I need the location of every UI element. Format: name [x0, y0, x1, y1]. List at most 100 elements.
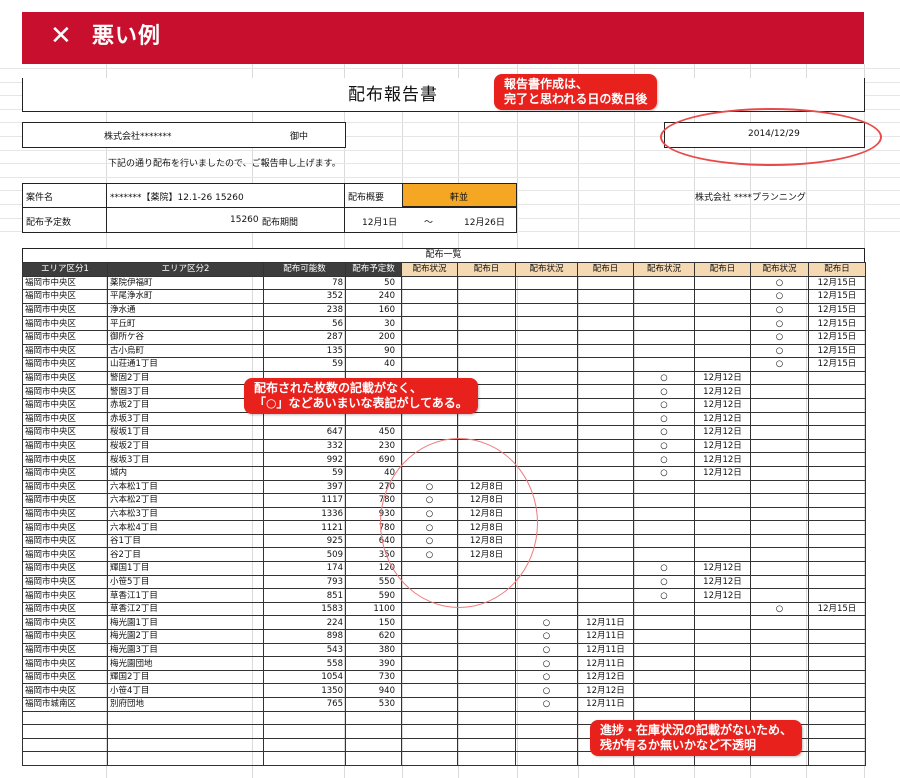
table-cell: 730	[345, 669, 402, 685]
title-box	[22, 78, 865, 112]
table-cell: 福岡市中央区	[22, 561, 108, 576]
table-cell: 別府団地	[107, 697, 264, 712]
period-separator: ～	[424, 218, 434, 228]
table-cell: 78	[263, 275, 346, 291]
table-cell	[401, 316, 458, 331]
date-callout: 報告書作成は、 完了と思われる日の数日後	[494, 74, 658, 110]
table-cell	[633, 343, 695, 359]
table-cell	[808, 425, 866, 440]
table-cell	[577, 479, 634, 495]
table-cell: 12月15日	[808, 343, 866, 359]
table-cell	[694, 506, 751, 522]
table-cell	[808, 493, 866, 508]
table-cell	[515, 329, 578, 345]
table-header-row: エリア区分1 エリア区分2 配布可能数 配布予定数 配布状況 配布日 配布状況 配布日 配布状況…	[22, 262, 866, 277]
table-cell: 530	[345, 697, 402, 712]
table-cell	[457, 751, 516, 766]
table-cell	[457, 289, 516, 304]
table-cell: 40	[345, 357, 402, 372]
table-cell: 558	[263, 656, 346, 671]
table-cell: 12月15日	[808, 329, 866, 345]
table-row: 福岡市中央区 梅光園3丁目 543 380 ○ 12月11日	[22, 642, 866, 658]
table-cell	[457, 329, 516, 345]
table-cell	[750, 425, 809, 440]
table-cell	[345, 710, 402, 726]
recipient-company: 株式会社*******	[104, 132, 172, 142]
table-cell: 12月11日	[577, 642, 634, 658]
table-cell	[577, 425, 634, 440]
table-cell: 福岡市中央区	[22, 601, 108, 617]
table-cell: 梅光園3丁目	[107, 642, 264, 658]
table-cell: 福岡市中央区	[22, 642, 108, 658]
table-cell: 六本松1丁目	[107, 479, 264, 495]
table-cell: 59	[263, 357, 346, 372]
table-cell	[750, 533, 809, 549]
table-cell: 620	[345, 629, 402, 644]
table-cell: ○	[633, 370, 695, 386]
table-cell: 福岡市中央区	[22, 411, 108, 427]
table-cell	[577, 547, 634, 563]
table-cell	[577, 465, 634, 481]
table-cell: 輝国1丁目	[107, 561, 264, 576]
column-header: 配布可能数	[263, 262, 346, 277]
column-header: エリア区分1	[22, 262, 108, 277]
table-cell: ○	[633, 397, 695, 413]
table-cell: 925	[263, 533, 346, 549]
table-cell: 332	[263, 438, 346, 454]
table-cell: 238	[263, 302, 346, 318]
table-cell: ○	[515, 683, 578, 698]
table-cell: 240	[345, 289, 402, 304]
table-cell	[633, 697, 695, 712]
table-cell: 六本松4丁目	[107, 520, 264, 535]
table-cell	[633, 656, 695, 671]
table-cell: 福岡市中央区	[22, 656, 108, 671]
table-cell	[808, 479, 866, 495]
planned-label: 配布予定数	[26, 218, 72, 228]
table-cell: 543	[263, 642, 346, 658]
table-cell	[515, 574, 578, 590]
table-cell: 福岡市中央区	[22, 533, 108, 549]
table-cell	[515, 302, 578, 318]
table-cell	[515, 370, 578, 386]
table-cell	[577, 316, 634, 331]
table-cell	[694, 275, 751, 291]
table-cell	[750, 656, 809, 671]
outline-label: 配布概要	[348, 193, 385, 203]
table-cell	[345, 411, 402, 427]
table-cell	[577, 329, 634, 345]
table-cell: 12月12日	[694, 370, 751, 386]
table-cell: 赤坂3丁目	[107, 411, 264, 427]
table-cell	[750, 479, 809, 495]
table-cell: 草香江1丁目	[107, 588, 264, 603]
table-cell: 690	[345, 452, 402, 467]
table-cell	[808, 697, 866, 712]
table-cell: ○	[515, 615, 578, 631]
table-cell	[750, 384, 809, 399]
table-cell: 福岡市中央区	[22, 493, 108, 508]
table-cell: 135	[263, 343, 346, 359]
table-cell	[808, 588, 866, 603]
table-cell: 30	[345, 316, 402, 331]
table-cell	[750, 683, 809, 698]
table-cell	[633, 357, 695, 372]
table-cell: 福岡市中央区	[22, 438, 108, 454]
table-cell: 851	[263, 588, 346, 603]
table-cell	[577, 370, 634, 386]
table-cell	[577, 533, 634, 549]
table-cell: 福岡市中央区	[22, 302, 108, 318]
table-cell	[633, 275, 695, 291]
table-cell: 90	[345, 343, 402, 359]
table-cell: ○	[515, 669, 578, 685]
table-cell: 898	[263, 629, 346, 644]
table-cell	[808, 629, 866, 644]
table-cell	[457, 343, 516, 359]
table-cell: 50	[345, 275, 402, 291]
table-cell: 12月12日	[694, 384, 751, 399]
table-cell	[457, 629, 516, 644]
table-cell: 590	[345, 588, 402, 603]
table-cell: ○	[750, 357, 809, 372]
table-cell: 12月15日	[808, 275, 866, 291]
grid-line	[0, 68, 900, 69]
intro-text: 下記の通り配布を行いましたので、ご報告申し上げます。	[108, 159, 341, 169]
table-cell	[515, 710, 578, 726]
